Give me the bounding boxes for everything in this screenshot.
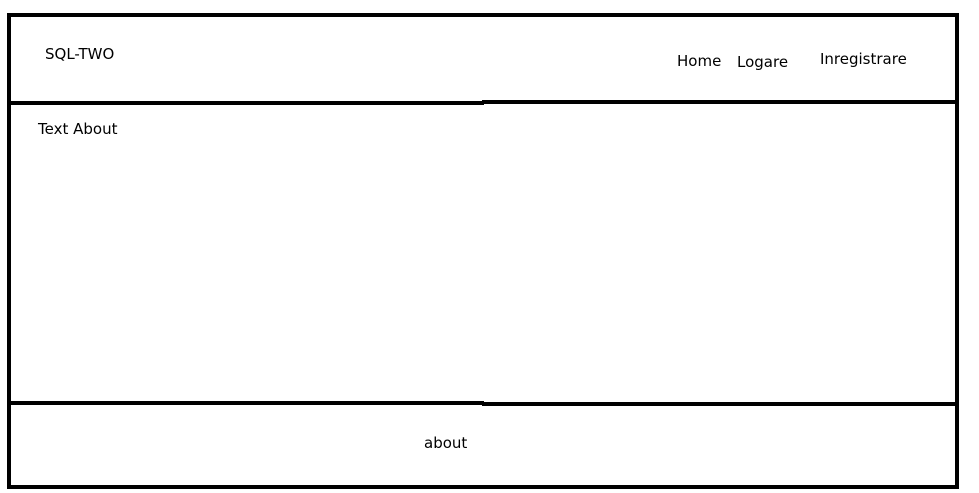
footer-text: about — [424, 434, 468, 452]
header-divider-left — [11, 101, 484, 105]
nav-home-link[interactable]: Home — [677, 52, 721, 70]
header-divider-right — [482, 100, 955, 104]
page-frame — [7, 13, 959, 489]
main-content-text: Text About — [38, 120, 118, 138]
site-brand: SQL-TWO — [45, 45, 115, 63]
nav-register-link[interactable]: Inregistrare — [820, 50, 907, 68]
footer-divider-right — [482, 402, 955, 406]
footer-divider-left — [11, 401, 484, 405]
nav-login-link[interactable]: Logare — [737, 53, 788, 71]
